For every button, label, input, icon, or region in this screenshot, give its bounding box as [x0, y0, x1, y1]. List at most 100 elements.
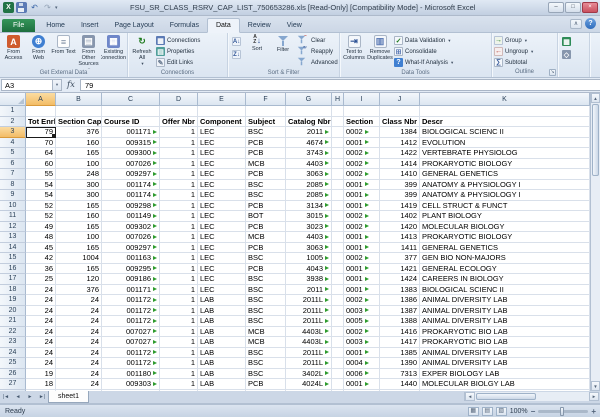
cell[interactable]: LEC	[198, 253, 246, 264]
cell[interactable]: MOLECULAR BIOLGY LAB	[420, 379, 590, 390]
cell[interactable]: 001172	[102, 305, 160, 316]
row-header-17[interactable]: 17	[0, 274, 26, 285]
cell[interactable]	[160, 106, 198, 117]
cell[interactable]: 24	[56, 326, 102, 337]
cell[interactable]: LEC	[198, 232, 246, 243]
cell[interactable]: 0001	[344, 200, 380, 211]
cell[interactable]: 1421	[380, 263, 420, 274]
column-header-h[interactable]: H	[332, 93, 344, 106]
cell[interactable]: 24	[56, 316, 102, 327]
cell[interactable]: 009297	[102, 169, 160, 180]
page-break-view-icon[interactable]: ▧	[495, 406, 507, 416]
cell[interactable]: 1388	[380, 316, 420, 327]
cell[interactable]: 007027	[102, 326, 160, 337]
cell[interactable]	[332, 190, 344, 201]
cell[interactable]: 2085	[286, 179, 332, 190]
vertical-scrollbar[interactable]: ▲ ▼	[590, 93, 600, 391]
cell[interactable]: 1422	[380, 148, 420, 159]
cell[interactable]	[332, 116, 344, 127]
cell[interactable]: 1	[160, 305, 198, 316]
cell[interactable]: 0001	[344, 284, 380, 295]
row-header-14[interactable]: 14	[0, 242, 26, 253]
row-header-3[interactable]: 3	[0, 127, 26, 138]
row-header-21[interactable]: 21	[0, 316, 26, 327]
cell[interactable]	[246, 106, 286, 117]
formula-input[interactable]: 79	[80, 79, 600, 91]
cell[interactable]: LEC	[198, 274, 246, 285]
row-header-15[interactable]: 15	[0, 253, 26, 264]
cell[interactable]	[332, 305, 344, 316]
cell[interactable]: LEC	[198, 127, 246, 138]
cell[interactable]: EXPER BIOLOGY LAB	[420, 368, 590, 379]
cell[interactable]: PCB	[246, 263, 286, 274]
cell[interactable]: 165	[56, 263, 102, 274]
cell[interactable]: LAB	[198, 326, 246, 337]
cell[interactable]: 0001	[344, 347, 380, 358]
cell[interactable]: LEC	[198, 179, 246, 190]
cell[interactable]: 1402	[380, 211, 420, 222]
sheet-tab[interactable]: sheet1	[48, 391, 90, 403]
row-header-13[interactable]: 13	[0, 232, 26, 243]
cell[interactable]: PROKARYOTIC BIOLOGY	[420, 158, 590, 169]
cell[interactable]: BSC	[246, 179, 286, 190]
cell[interactable]: BOT	[246, 211, 286, 222]
cell[interactable]: CELL STRUCT & FUNCT	[420, 200, 590, 211]
row-header-2[interactable]: 2	[0, 116, 26, 127]
redo-icon[interactable]: ↷	[42, 2, 53, 13]
cell[interactable]	[344, 106, 380, 117]
cell[interactable]: 24	[56, 337, 102, 348]
cell[interactable]: LAB	[198, 368, 246, 379]
cell[interactable]: 1387	[380, 305, 420, 316]
cell[interactable]: 18	[26, 379, 56, 390]
cell[interactable]	[198, 106, 246, 117]
cell[interactable]: 1	[160, 284, 198, 295]
cell[interactable]	[332, 284, 344, 295]
cell[interactable]: BSC	[246, 253, 286, 264]
tab-file[interactable]: File	[2, 19, 36, 32]
tab-view[interactable]: View	[279, 19, 310, 32]
cell[interactable]: 0002	[344, 169, 380, 180]
cell[interactable]: PCB	[246, 148, 286, 159]
existing-connections-button[interactable]: ▦Existing Connections	[101, 34, 126, 69]
cell[interactable]: ANIMAL DIVERSITY LAB	[420, 295, 590, 306]
cell[interactable]	[332, 169, 344, 180]
text-to-columns-button[interactable]: ⇥ Text to Columns	[341, 34, 367, 69]
cell[interactable]: GENERAL ECOLOGY	[420, 263, 590, 274]
clear-button[interactable]: × Clear	[296, 35, 339, 46]
row-header-27[interactable]: 27	[0, 379, 26, 390]
analysis-icon-button[interactable]: ▦	[559, 35, 574, 48]
cell[interactable]: BSC	[246, 347, 286, 358]
cell[interactable]: 0006	[344, 368, 380, 379]
zoom-out-icon[interactable]: −	[531, 407, 536, 416]
row-header-5[interactable]: 5	[0, 148, 26, 159]
cell[interactable]: 1	[160, 221, 198, 232]
cell[interactable]: Descr	[420, 116, 590, 127]
zoom-in-icon[interactable]: +	[591, 407, 596, 416]
cell[interactable]: 0002	[344, 295, 380, 306]
cell[interactable]: 165	[56, 242, 102, 253]
cell[interactable]: 1383	[380, 284, 420, 295]
cell[interactable]: LEC	[198, 148, 246, 159]
cell[interactable]: 0001	[344, 232, 380, 243]
cell[interactable]: LEC	[198, 169, 246, 180]
cell[interactable]: BSC	[246, 284, 286, 295]
row-header-12[interactable]: 12	[0, 221, 26, 232]
cell[interactable]: 52	[26, 211, 56, 222]
horizontal-scrollbar[interactable]: ◄ ►	[464, 392, 599, 401]
cell[interactable]: 0002	[344, 253, 380, 264]
group-button[interactable]: → Group ▾	[493, 35, 534, 46]
cell[interactable]: ANIMAL DIVERSITY LAB	[420, 316, 590, 327]
cell[interactable]: 24	[56, 347, 102, 358]
row-header-10[interactable]: 10	[0, 200, 26, 211]
tab-page-layout[interactable]: Page Layout	[106, 19, 161, 32]
cell[interactable]: 0002	[344, 211, 380, 222]
cell[interactable]: ANIMAL DIVERSITY LAB	[420, 347, 590, 358]
cell[interactable]: 248	[56, 169, 102, 180]
cell[interactable]: 1	[160, 347, 198, 358]
cell[interactable]: 24	[26, 305, 56, 316]
cell[interactable]: 64	[26, 148, 56, 159]
cell[interactable]	[332, 347, 344, 358]
cell[interactable]: 2085	[286, 190, 332, 201]
column-header-j[interactable]: J	[380, 93, 420, 106]
cell[interactable]	[332, 200, 344, 211]
